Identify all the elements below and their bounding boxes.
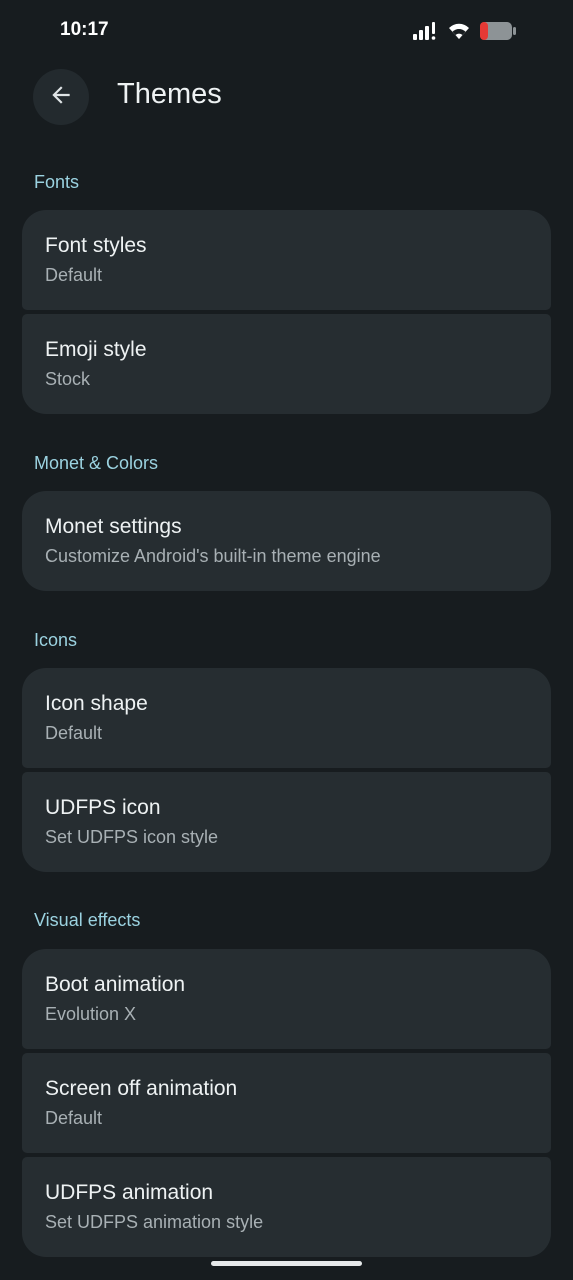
setting-subtitle: Set UDFPS icon style <box>45 827 219 847</box>
setting-title: Icon shape <box>45 692 148 715</box>
setting-subtitle: Default <box>45 723 103 743</box>
setting-title: Screen off animation <box>45 1077 238 1100</box>
status-icons <box>413 22 517 44</box>
section-header-monet-colors: Monet & Colors <box>34 453 159 473</box>
setting-title: Monet settings <box>45 515 182 538</box>
setting-title: Font styles <box>45 234 147 257</box>
page-title: Themes <box>117 78 222 110</box>
back-button[interactable] <box>33 69 89 125</box>
setting-emoji-style[interactable]: Emoji style Stock <box>22 314 551 414</box>
setting-title: Boot animation <box>45 973 186 996</box>
setting-boot-animation[interactable]: Boot animation Evolution X <box>22 949 551 1049</box>
section-header-icons: Icons <box>34 630 78 650</box>
setting-screen-off-animation[interactable]: Screen off animation Default <box>22 1053 551 1153</box>
top-app-bar: Themes <box>0 68 573 126</box>
setting-monet-settings[interactable]: Monet settings Customize Android's built… <box>22 491 551 591</box>
setting-udfps-animation[interactable]: UDFPS animation Set UDFPS animation styl… <box>22 1157 551 1257</box>
wifi-icon <box>447 22 471 44</box>
setting-icon-shape[interactable]: Icon shape Default <box>22 668 551 768</box>
setting-title: Emoji style <box>45 338 147 361</box>
setting-font-styles[interactable]: Font styles Default <box>22 210 551 310</box>
setting-title: UDFPS animation <box>45 1181 214 1204</box>
gesture-navigation-handle[interactable] <box>211 1261 362 1266</box>
battery-icon <box>479 21 517 45</box>
setting-subtitle: Stock <box>45 369 91 389</box>
setting-title: UDFPS icon <box>45 796 161 819</box>
arrow-left-icon <box>48 82 74 112</box>
setting-subtitle: Set UDFPS animation style <box>45 1212 264 1232</box>
setting-subtitle: Default <box>45 265 103 285</box>
status-bar: 10:17 <box>0 0 573 62</box>
setting-udfps-icon[interactable]: UDFPS icon Set UDFPS icon style <box>22 772 551 872</box>
setting-subtitle: Customize Android's built-in theme engin… <box>45 546 381 566</box>
section-header-fonts: Fonts <box>34 172 80 192</box>
cellular-signal-icon <box>413 22 439 44</box>
setting-subtitle: Default <box>45 1108 103 1128</box>
section-header-visual-effects: Visual effects <box>34 910 141 930</box>
status-time: 10:17 <box>60 19 109 40</box>
setting-subtitle: Evolution X <box>45 1004 137 1024</box>
